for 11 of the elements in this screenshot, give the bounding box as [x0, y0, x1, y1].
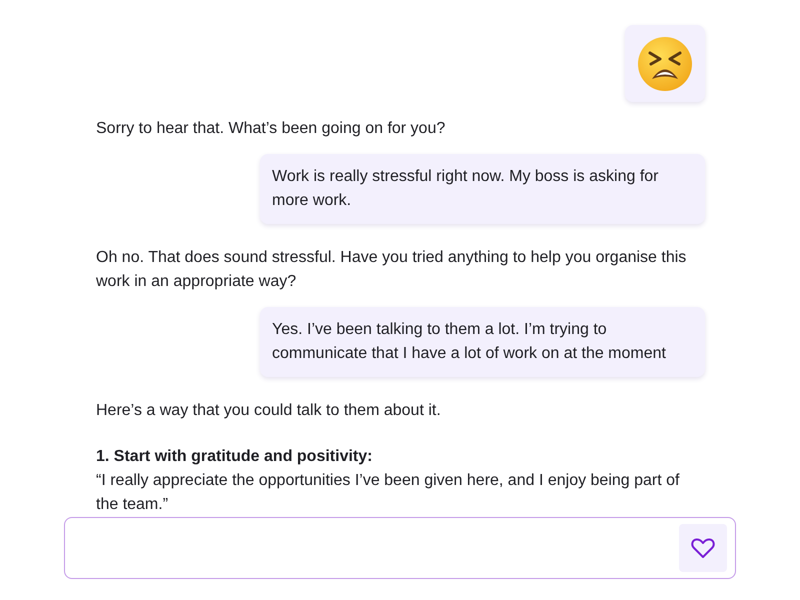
- bot-message: “I really appreciate the opportunities I’ve been given here, and I enjoy being part of the team.”: [96, 471, 680, 515]
- bot-message: Sorry to hear that. What’s been going on for you?: [96, 119, 446, 139]
- heart-icon: [691, 537, 715, 559]
- like-button[interactable]: [679, 524, 727, 572]
- bot-heading: 1. Start with gratitude and positivity:: [96, 447, 374, 467]
- user-message: Work is really stressful right now. My boss is asking for more work.: [260, 154, 705, 224]
- tired-face-icon: [637, 36, 693, 92]
- user-message: Yes. I’ve been talking to them a lot. I’m trying to communicate that I have a lot of work on at the moment: [260, 307, 705, 377]
- bot-message: Here’s a way that you could talk to them about it.: [96, 401, 442, 421]
- bot-message: Oh no. That does sound stressful. Have you tried anything to help you organise this work in an appropriate way?: [96, 248, 688, 292]
- message-input[interactable]: [64, 517, 736, 579]
